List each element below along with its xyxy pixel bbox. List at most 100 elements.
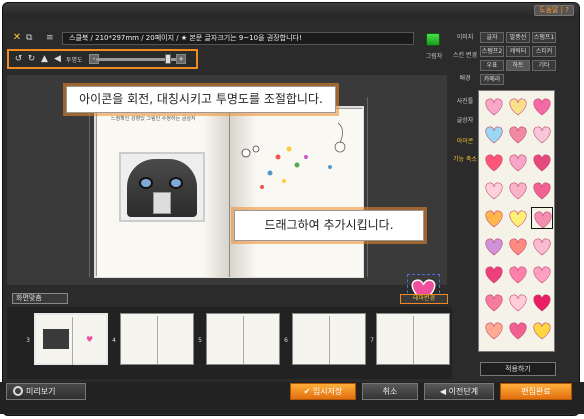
heart-icon <box>485 322 503 340</box>
sticker-category-sticker[interactable]: 스티커 <box>532 46 556 57</box>
sticker-category-stamp1[interactable]: 스탬프1 <box>532 32 556 43</box>
heart-sticker[interactable] <box>531 151 553 173</box>
info-bar: 스클북 / 210*297mm / 20페이지 / ★ 본문 글자크기는 9~1… <box>62 32 414 45</box>
rotate-left-icon[interactable]: ↺ <box>13 54 24 65</box>
left-page[interactable]: 느정확인 강향있 그림인 수정하는 글상자 <box>97 109 230 277</box>
thumbnail-photo <box>43 329 69 349</box>
thumb-number: 6 <box>284 337 288 344</box>
flip-horizontal-icon[interactable]: ◀ <box>52 54 63 65</box>
tab-collapse[interactable]: 기능 축소 <box>452 156 478 164</box>
photo-eye-left <box>139 177 153 189</box>
help-button[interactable]: 도움말 | ? <box>534 5 574 16</box>
heart-sticker[interactable] <box>483 151 505 173</box>
heart-icon <box>533 98 551 116</box>
apply-button[interactable]: 적용하기 <box>480 362 556 376</box>
rotate-right-icon[interactable]: ↻ <box>26 54 37 65</box>
heart-sticker[interactable] <box>483 207 505 229</box>
heart-sticker[interactable] <box>483 95 505 117</box>
previous-step-button[interactable]: ◀ 이전단계 <box>424 383 494 400</box>
temp-save-button[interactable]: ✔ 임시저장 <box>290 383 356 400</box>
tab-photo-frame[interactable]: 사진틀 <box>452 98 478 106</box>
tab-skin[interactable]: 스킨 변경 <box>452 52 478 60</box>
heart-sticker[interactable] <box>531 291 553 313</box>
heart-sticker[interactable] <box>507 291 529 313</box>
theme-change-button[interactable]: 테마변경 <box>400 294 448 304</box>
heart-sticker[interactable] <box>507 235 529 257</box>
page-thumbnail[interactable] <box>292 313 366 365</box>
heart-icon <box>533 294 551 312</box>
photo-frame[interactable] <box>119 152 205 222</box>
photo-card <box>153 192 171 214</box>
heart-icon <box>509 154 527 172</box>
heart-sticker[interactable] <box>507 95 529 117</box>
delete-icon[interactable]: ✕ <box>12 33 22 43</box>
sticker-category-stamp[interactable]: 우표 <box>480 60 504 71</box>
tab-text-box[interactable]: 글상자 <box>452 117 478 125</box>
finish-edit-button[interactable]: 편집완료 <box>500 383 572 400</box>
page-thumbnail[interactable] <box>206 313 280 365</box>
heart-sticker[interactable] <box>507 179 529 201</box>
flip-vertical-icon[interactable]: ▲ <box>39 54 50 65</box>
photo-image <box>127 159 197 217</box>
heart-icon <box>485 98 503 116</box>
heart-sticker[interactable] <box>483 235 505 257</box>
heart-icon <box>509 98 527 116</box>
heart-sticker[interactable] <box>531 235 553 257</box>
heart-icon <box>509 182 527 200</box>
heart-sticker[interactable] <box>531 207 553 229</box>
preview-button[interactable]: 미리보기 <box>6 383 86 400</box>
heart-sticker[interactable] <box>507 319 529 341</box>
sticker-category-stamp2[interactable]: 스탬프2 <box>480 46 504 57</box>
heart-sticker[interactable] <box>531 263 553 285</box>
heart-icon <box>485 266 503 284</box>
page-title-text[interactable]: 느정확인 강향있 그림인 수정하는 글상자 <box>111 115 221 122</box>
heart-sticker[interactable] <box>483 123 505 145</box>
heart-sticker[interactable] <box>531 179 553 201</box>
shadow-toggle-button[interactable] <box>426 33 440 46</box>
heart-icon <box>509 238 527 256</box>
layers-icon[interactable]: ⧉ <box>26 33 36 43</box>
album-spread[interactable]: 느정확인 강향있 그림인 수정하는 글상자 <box>96 108 440 304</box>
heart-sticker[interactable] <box>507 151 529 173</box>
page-thumbnail[interactable] <box>120 313 194 365</box>
heart-icon <box>509 126 527 144</box>
sticker-categories: 글자 말풍선 스탬프1 스탬프2 캐릭터 스티커 우표 하트 기타 카메라 <box>477 32 557 92</box>
sticker-category-camera[interactable]: 카메라 <box>480 74 504 85</box>
heart-sticker[interactable] <box>483 179 505 201</box>
tab-background[interactable]: 배경 <box>452 75 478 83</box>
page-thumbnail[interactable] <box>376 313 450 365</box>
heart-icon <box>533 154 551 172</box>
heart-sticker[interactable] <box>531 123 553 145</box>
heart-sticker[interactable] <box>531 95 553 117</box>
sticker-category-character[interactable]: 캐릭터 <box>506 46 530 57</box>
align-icon[interactable]: ≡ <box>46 33 56 43</box>
callout-drag-to-add: 드래그하여 추가시킵니다. <box>234 210 424 241</box>
heart-sticker[interactable] <box>483 263 505 285</box>
heart-sticker[interactable] <box>483 291 505 313</box>
sticker-category-bubble[interactable]: 말풍선 <box>506 32 530 43</box>
opacity-slider-thumb[interactable] <box>165 54 171 64</box>
heart-sticker[interactable] <box>483 319 505 341</box>
cancel-button[interactable]: 취소 <box>362 383 418 400</box>
right-page[interactable] <box>230 109 363 277</box>
zoom-select[interactable]: 화면맞춤 <box>12 293 68 304</box>
thumb-number: 3 <box>26 337 30 344</box>
heart-sticker[interactable] <box>507 207 529 229</box>
heart-icon <box>509 266 527 284</box>
page-thumbnail[interactable]: ♥ <box>34 313 108 365</box>
heart-icon <box>509 322 527 340</box>
tab-image[interactable]: 이미지 <box>452 34 478 42</box>
heart-sticker[interactable] <box>507 263 529 285</box>
heart-icon <box>533 266 551 284</box>
magnifier-icon <box>13 386 23 396</box>
sticker-category-heart[interactable]: 하트 <box>506 60 530 71</box>
opacity-increase-button[interactable]: + <box>176 54 186 64</box>
heart-sticker[interactable] <box>531 319 553 341</box>
thumbnail-heart-icon: ♥ <box>86 335 94 344</box>
tab-icon[interactable]: 아이콘 <box>452 138 478 146</box>
title-bar: 도움말 | ? <box>3 3 579 17</box>
sticker-category-etc[interactable]: 기타 <box>532 60 556 71</box>
heart-sticker-palette <box>478 90 555 352</box>
sticker-category-text[interactable]: 글자 <box>480 32 504 43</box>
heart-sticker[interactable] <box>507 123 529 145</box>
